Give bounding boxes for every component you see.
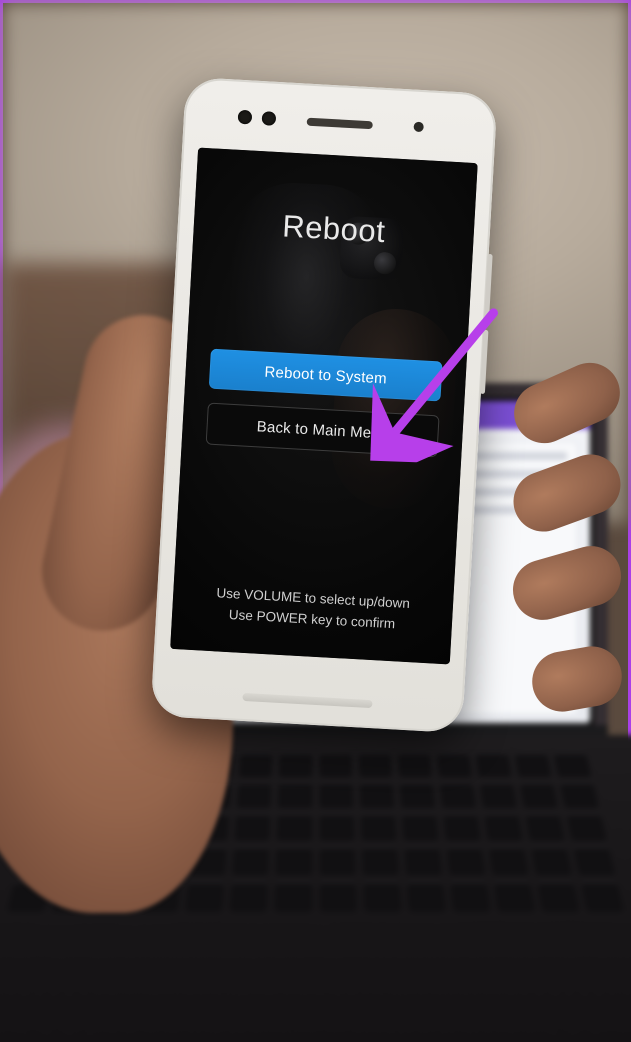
- annotation-arrow-icon: [370, 301, 506, 465]
- phone-top-bezel: [206, 98, 472, 157]
- phone-chin: [242, 693, 372, 708]
- earpiece-speaker: [307, 118, 373, 130]
- front-camera-icon: [238, 110, 253, 125]
- proximity-sensor-icon: [413, 122, 424, 133]
- front-camera-icon: [262, 111, 277, 126]
- hand-fingers: [530, 353, 631, 783]
- photo-of-phone-recovery-menu: { "recovery": { "title": "Reboot", "opti…: [0, 0, 631, 1042]
